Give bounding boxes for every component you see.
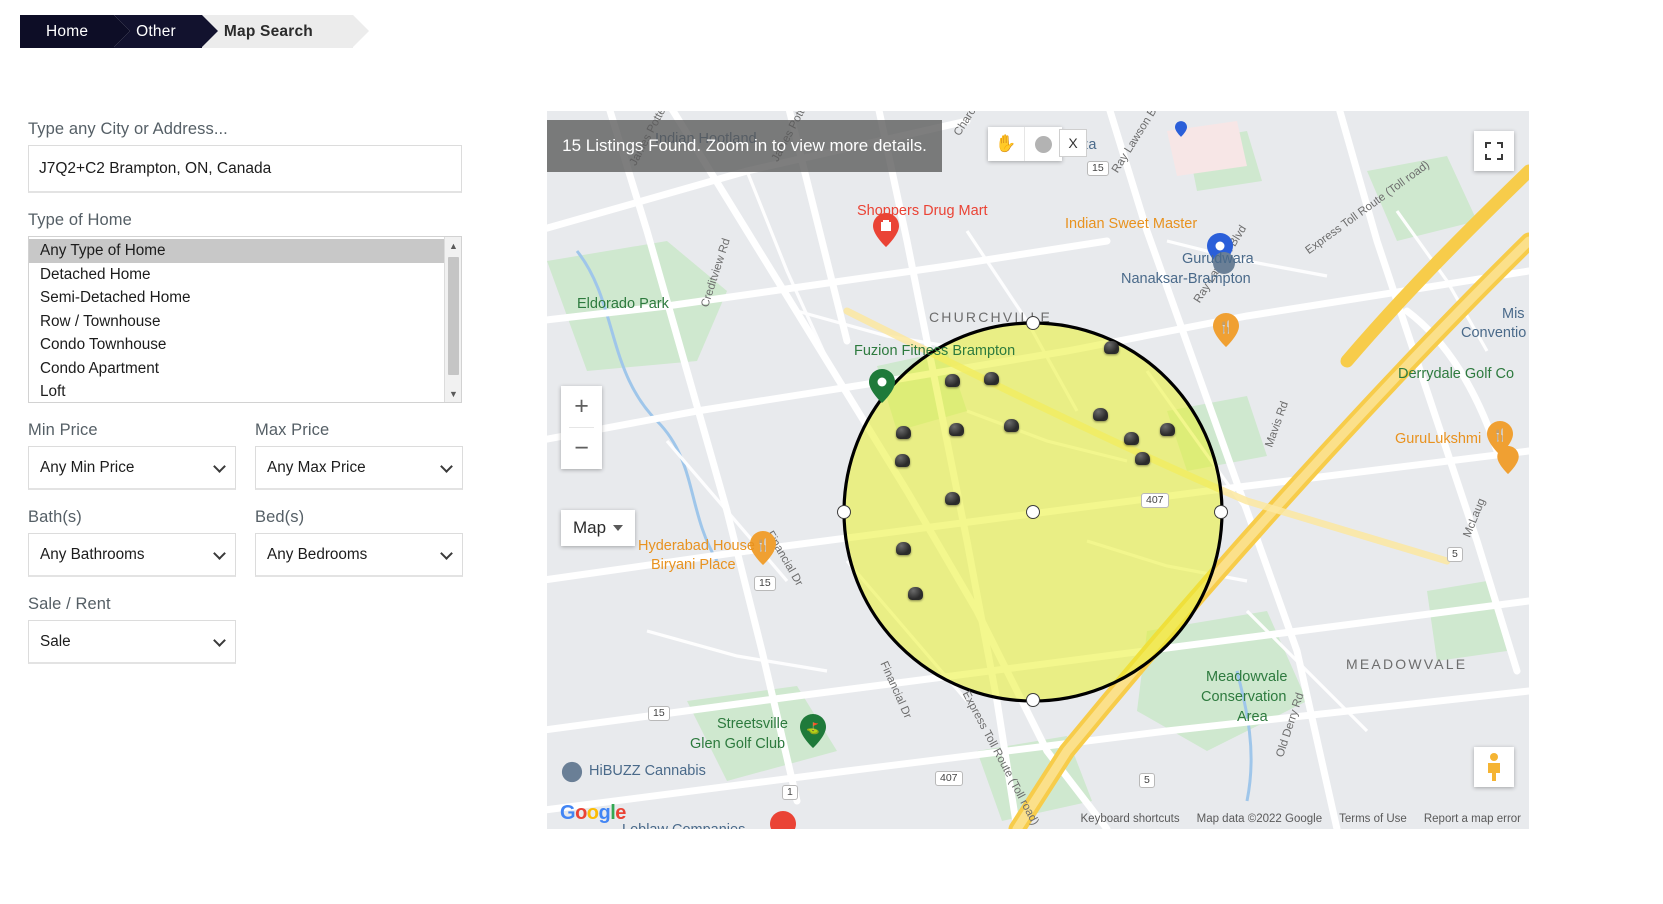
scroll-down-icon[interactable]: ▼	[445, 385, 461, 402]
sale-rent-row: Sale / Rent Sale	[28, 595, 480, 664]
sale-rent-label: Sale / Rent	[28, 595, 111, 613]
close-drawing-button[interactable]: X	[1059, 129, 1087, 157]
banner-text: 15 Listings Found. Zoom in to view more …	[562, 136, 927, 155]
listings-found-banner: 15 Listings Found. Zoom in to view more …	[547, 120, 942, 172]
google-logo: Google	[560, 802, 626, 824]
circle-handle-center[interactable]	[1026, 505, 1040, 519]
sale-rent-select[interactable]: Sale	[28, 620, 236, 664]
scroll-up-icon[interactable]: ▲	[445, 237, 461, 254]
circle-handle-east[interactable]	[1214, 505, 1228, 519]
search-filter-form: Type any City or Address... Type of Home…	[28, 120, 480, 664]
draw-circle-tool[interactable]	[1025, 127, 1062, 161]
home-type-option[interactable]: Semi-Detached Home	[29, 286, 461, 310]
pan-hand-tool[interactable]: ✋	[988, 127, 1025, 161]
address-label: Type any City or Address...	[28, 120, 228, 138]
max-price-select[interactable]: Any Max Price	[255, 446, 463, 490]
zoom-in-button[interactable]: +	[561, 386, 602, 427]
drawing-tools-toolbar[interactable]: ✋	[988, 127, 1062, 161]
home-type-option[interactable]: Condo Townhouse	[29, 333, 461, 357]
pegman-icon	[1488, 753, 1500, 781]
min-price-label: Min Price	[28, 421, 98, 439]
beds-value: Any Bedrooms	[267, 545, 368, 563]
map-data-credit: Map data ©2022 Google	[1196, 813, 1323, 825]
listbox-scrollbar[interactable]: ▲ ▼	[444, 237, 461, 402]
map-type-button[interactable]: Map	[561, 510, 636, 546]
fullscreen-button[interactable]	[1474, 131, 1514, 171]
circle-handle-west[interactable]	[837, 505, 851, 519]
terms-of-use-link[interactable]: Terms of Use	[1339, 813, 1407, 825]
map-canvas[interactable]: 🍴 🍴 🍴 ⛳ Shoppers Drug Mart Indian Sweet M…	[547, 111, 1529, 829]
address-input[interactable]	[28, 145, 462, 193]
breadcrumb-item-home[interactable]: Home	[20, 15, 131, 48]
home-type-option[interactable]: Row / Townhouse	[29, 310, 461, 334]
breadcrumb-label: Other	[136, 22, 176, 40]
breadcrumb: Home Other Map Search	[20, 15, 369, 48]
zoom-out-button[interactable]: −	[561, 428, 602, 469]
max-price-value: Any Max Price	[267, 458, 366, 476]
beds-label: Bed(s)	[255, 508, 305, 526]
close-icon: X	[1068, 135, 1078, 151]
home-type-options: Any Type of Home Detached Home Semi-Deta…	[29, 237, 461, 402]
baths-select[interactable]: Any Bathrooms	[28, 533, 236, 577]
scrollbar-thumb[interactable]	[448, 257, 459, 375]
home-type-label: Type of Home	[28, 211, 132, 229]
home-type-option[interactable]: Detached Home	[29, 263, 461, 287]
map-attribution: Keyboard shortcuts Map data ©2022 Google…	[1081, 813, 1521, 825]
breadcrumb-label: Map Search	[223, 22, 313, 40]
baths-label: Bath(s)	[28, 508, 82, 526]
circle-icon	[1035, 135, 1052, 153]
zoom-controls[interactable]: + −	[561, 386, 602, 469]
price-row: Min Price Any Min Price Max Price Any Ma…	[28, 421, 480, 490]
fullscreen-icon	[1485, 142, 1503, 160]
breadcrumb-item-map-search[interactable]: Map Search	[201, 15, 369, 48]
home-type-option[interactable]: Loft	[29, 380, 461, 402]
rooms-row: Bath(s) Any Bathrooms Bed(s) Any Bedroom…	[28, 508, 480, 577]
min-price-select[interactable]: Any Min Price	[28, 446, 236, 490]
circle-handle-north[interactable]	[1026, 316, 1040, 330]
circle-handle-south[interactable]	[1026, 693, 1040, 707]
breadcrumb-label: Home	[46, 22, 89, 40]
baths-value: Any Bathrooms	[40, 545, 145, 563]
sale-rent-value: Sale	[40, 632, 71, 650]
chevron-down-icon	[613, 525, 624, 531]
hand-icon: ✋	[995, 134, 1017, 153]
minus-icon: −	[574, 434, 589, 462]
report-map-error-link[interactable]: Report a map error	[1424, 813, 1521, 825]
home-type-listbox[interactable]: Any Type of Home Detached Home Semi-Deta…	[28, 236, 462, 403]
beds-select[interactable]: Any Bedrooms	[255, 533, 463, 577]
street-view-pegman[interactable]	[1474, 747, 1514, 787]
plus-icon: +	[574, 392, 589, 420]
home-type-option[interactable]: Any Type of Home	[29, 239, 461, 263]
circle-handles	[547, 111, 1529, 829]
max-price-label: Max Price	[255, 421, 330, 439]
min-price-value: Any Min Price	[40, 458, 135, 476]
home-type-option[interactable]: Condo Apartment	[29, 357, 461, 381]
keyboard-shortcuts-link[interactable]: Keyboard shortcuts	[1081, 813, 1180, 825]
map-type-label: Map	[573, 518, 607, 537]
